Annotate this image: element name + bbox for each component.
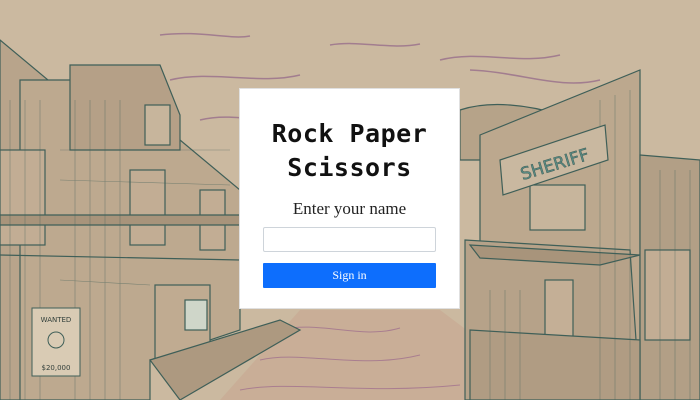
page-title: Rock Paper Scissors (240, 117, 459, 185)
title-line-1: Rock Paper (271, 119, 428, 148)
name-input[interactable] (263, 227, 436, 252)
wanted-poster-title: WANTED (41, 316, 72, 324)
name-label: Enter your name (292, 199, 407, 218)
title-line-2: Scissors (287, 153, 412, 182)
wanted-poster: WANTED $20,000 (31, 307, 81, 377)
sign-in-card: Rock Paper Scissors Enter your name Sign… (239, 88, 460, 309)
wanted-poster-reward: $20,000 (42, 364, 71, 372)
sign-in-button[interactable]: Sign in (263, 263, 436, 288)
